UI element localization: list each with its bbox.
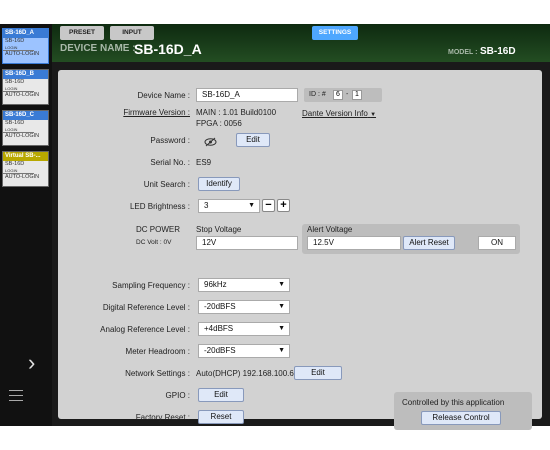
device-card-model: SB-16D (5, 38, 25, 44)
control-status-box: Controlled by this application Release C… (394, 392, 532, 430)
alert-voltage-input[interactable]: 12.5V (307, 236, 401, 250)
meter-headroom-label: Meter Headroom : (125, 347, 190, 356)
dropdown-arrow-icon: ▼ (278, 347, 285, 354)
stop-voltage-input[interactable]: 12V (196, 236, 298, 250)
device-name-input[interactable]: SB-16D_A (196, 88, 298, 102)
led-plus-button[interactable]: + (277, 199, 290, 212)
eye-slash-icon[interactable] (204, 134, 217, 147)
model-header-value: SB-16D (480, 46, 516, 57)
device-card-mode: AUTO-LOGIN (5, 133, 40, 139)
device-card-c[interactable]: SB-16D_C SB-16D LOGIN AUTO-LOGIN (2, 110, 49, 146)
stop-voltage-label: Stop Voltage (196, 225, 242, 234)
device-sidebar: SB-16D_A SB-16D LOGIN AUTO-LOGIN SB-16D_… (0, 24, 52, 426)
alert-on-toggle[interactable]: ON (478, 236, 516, 250)
device-card-name: Virtual SB-... (3, 152, 48, 161)
network-settings-value: Auto(DHCP) 192.168.100.6 (196, 369, 294, 378)
led-minus-button[interactable]: − (262, 199, 275, 212)
alert-voltage-box: Alert Voltage 12.5V Alert Reset ON (302, 224, 520, 254)
dante-version-info-label: Dante Version Info (302, 109, 368, 118)
device-card-mode: AUTO-LOGIN (5, 174, 40, 180)
network-edit-button[interactable]: Edit (294, 366, 342, 380)
dc-volt-label: DC Volt : 0V (136, 239, 172, 246)
app-window: SB-16D_A SB-16D LOGIN AUTO-LOGIN SB-16D_… (0, 24, 550, 430)
settings-panel: Device Name : SB-16D_A ID : # 6 - 1 Firm… (58, 70, 542, 430)
device-card-mode: AUTO-LOGIN (5, 92, 40, 98)
controlled-by-text: Controlled by this application (402, 398, 505, 407)
dropdown-arrow-icon: ▼ (248, 202, 255, 209)
digital-reference-level-label: Digital Reference Level : (102, 303, 190, 312)
factory-reset-label: Factory Reset : (135, 413, 190, 422)
dropdown-arrow-icon: ▼ (278, 325, 285, 332)
firmware-version-label[interactable]: Firmware Version : (123, 108, 190, 117)
gpio-edit-button[interactable]: Edit (198, 388, 244, 402)
device-card-name: SB-16D_A (3, 29, 48, 38)
factory-reset-button[interactable]: Reset (198, 410, 244, 424)
analog-reference-level-value: +4dBFS (204, 324, 234, 333)
dc-power-label: DC POWER (136, 225, 180, 234)
firmware-main: MAIN : 1.01 Build0100 (196, 108, 277, 117)
device-card-name: SB-16D_C (3, 111, 48, 120)
meter-headroom-value: -20dBFS (204, 346, 236, 355)
model-header-label: MODEL : (448, 49, 478, 56)
device-card-b[interactable]: SB-16D_B SB-16D LOGIN AUTO-LOGIN (2, 69, 49, 105)
dropdown-arrow-icon: ▼ (370, 112, 377, 118)
sampling-frequency-select[interactable]: 96kHz ▼ (198, 278, 290, 292)
unit-search-label: Unit Search : (143, 180, 190, 189)
device-card-model: SB-16D (5, 79, 25, 85)
id-label: ID : # (309, 91, 326, 98)
password-label: Password : (150, 136, 190, 145)
header-bar: PRESET INPUT SETTINGS DEVICE NAME : SB-1… (52, 24, 550, 62)
device-card-a[interactable]: SB-16D_A SB-16D LOGIN AUTO-LOGIN (2, 28, 49, 64)
id-box: ID : # 6 - 1 (304, 88, 382, 102)
hamburger-menu-icon[interactable] (9, 390, 23, 405)
device-card-model: SB-16D (5, 161, 25, 167)
dropdown-arrow-icon: ▼ (278, 281, 285, 288)
led-brightness-label: LED Brightness : (129, 202, 190, 211)
device-card-name: SB-16D_B (3, 70, 48, 79)
sampling-frequency-label: Sampling Frequency : (112, 281, 190, 290)
serial-no-label: Serial No. : (150, 158, 190, 167)
alert-reset-button[interactable]: Alert Reset (403, 236, 455, 250)
identify-button[interactable]: Identify (198, 177, 240, 191)
device-card-virtual[interactable]: Virtual SB-... SB-16D LOGIN AUTO-LOGIN (2, 151, 49, 187)
id-field-2[interactable]: 1 (352, 90, 362, 100)
alert-voltage-label: Alert Voltage (307, 225, 353, 234)
id-separator: - (346, 91, 349, 98)
device-name-label: Device Name : (137, 91, 190, 100)
network-settings-label: Network Settings : (125, 369, 190, 378)
release-control-button[interactable]: Release Control (421, 411, 501, 425)
analog-reference-level-label: Analog Reference Level : (100, 325, 190, 334)
tab-settings[interactable]: SETTINGS (312, 26, 358, 40)
device-card-model: SB-16D (5, 120, 25, 126)
tab-input[interactable]: INPUT (110, 26, 154, 40)
firmware-fpga: FPGA : 0056 (196, 119, 242, 128)
device-name-header-label: DEVICE NAME : (60, 43, 136, 54)
digital-reference-level-value: -20dBFS (204, 302, 236, 311)
meter-headroom-select[interactable]: -20dBFS ▼ (198, 344, 290, 358)
dante-version-info-link[interactable]: Dante Version Info ▼ (302, 109, 376, 118)
sampling-frequency-value: 96kHz (204, 280, 227, 289)
gpio-label: GPIO : (165, 391, 190, 400)
password-edit-button[interactable]: Edit (236, 133, 270, 147)
led-brightness-value: 3 (204, 201, 209, 210)
digital-reference-level-select[interactable]: -20dBFS ▼ (198, 300, 290, 314)
id-field-1[interactable]: 6 (333, 90, 343, 100)
tab-preset[interactable]: PRESET (60, 26, 104, 40)
chevron-right-icon[interactable]: › (28, 352, 35, 374)
serial-no-value: ES9 (196, 158, 212, 167)
dropdown-arrow-icon: ▼ (278, 303, 285, 310)
analog-reference-level-select[interactable]: +4dBFS ▼ (198, 322, 290, 336)
device-name-header-value: SB-16D_A (134, 41, 202, 57)
device-card-mode: AUTO-LOGIN (5, 51, 40, 57)
led-brightness-select[interactable]: 3 ▼ (198, 199, 260, 213)
